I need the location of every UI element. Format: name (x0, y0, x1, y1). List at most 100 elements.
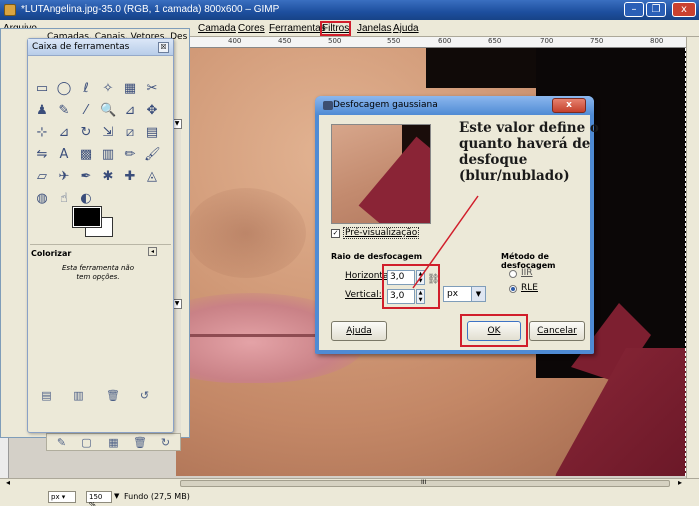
ruler-tick: 650 (488, 37, 502, 45)
scroll-left-icon[interactable]: ◂ (6, 478, 10, 487)
ruler-tick: 750 (590, 37, 604, 45)
ruler-tick: 800 (650, 37, 664, 45)
horizontal-scrollbar[interactable]: ◂ III ▸ (0, 478, 699, 488)
perspective-icon[interactable]: ▤ (144, 125, 160, 141)
ink-icon[interactable]: ✒ (78, 169, 94, 185)
scale-icon[interactable]: ⇲ (100, 125, 116, 141)
annotation-text: Este valor define o quanto haverá de des… (459, 120, 599, 184)
preview-collar (358, 136, 430, 223)
zoom-icon[interactable]: 🔍 (100, 103, 116, 119)
close-button[interactable]: x (672, 2, 696, 17)
rect-select-icon[interactable]: ▭ (34, 81, 50, 97)
flip-icon[interactable]: ⇋ (34, 147, 50, 163)
radio-rle-label[interactable]: RLE (521, 283, 538, 293)
radio-iir[interactable] (509, 270, 517, 278)
radio-iir-label[interactable]: IIR (521, 268, 533, 278)
ruler-tick: 550 (387, 37, 401, 45)
new-icon[interactable]: ▢ (80, 436, 93, 449)
shear-icon[interactable]: ⧄ (122, 125, 138, 141)
paths-icon[interactable]: ✎ (56, 103, 72, 119)
menu-ajuda[interactable]: Ajuda (393, 23, 419, 34)
vertical-label: Vertical: (345, 290, 382, 300)
chevron-down-icon[interactable]: ▼ (471, 287, 485, 301)
maximize-button[interactable]: ❐ (646, 2, 666, 17)
foreground-select-icon[interactable]: ♟ (34, 103, 50, 119)
smudge-icon[interactable]: ☝ (56, 191, 72, 207)
dialog-app-icon (323, 101, 333, 110)
color-picker-icon[interactable]: ⁄ (78, 103, 94, 119)
reset-options-icon[interactable]: ↺ (138, 389, 151, 402)
scrollbar-grip: III (421, 479, 427, 486)
free-select-icon[interactable]: ℓ (78, 81, 94, 97)
foreground-color[interactable] (72, 206, 102, 228)
bucket-fill-icon[interactable]: ▩ (78, 147, 94, 163)
crop-icon[interactable]: ⊿ (56, 125, 72, 141)
ruler-tick: 450 (278, 37, 292, 45)
align-icon[interactable]: ⊹ (34, 125, 50, 141)
tool-options-menu-icon[interactable]: ◂ (148, 247, 157, 256)
text-icon[interactable]: A (56, 147, 72, 163)
toolbox-close-icon[interactable]: ☒ (158, 42, 169, 53)
clone-icon[interactable]: ✱ (100, 169, 116, 185)
blur-method-title: Método de desfocagem (501, 252, 556, 270)
ellipse-select-icon[interactable]: ◯ (56, 81, 72, 97)
minimize-button[interactable]: – (624, 2, 644, 17)
toolbox-title[interactable]: Caixa de ferramentas (28, 39, 173, 56)
dialog-close-button[interactable]: x (552, 98, 586, 113)
trash-icon[interactable]: 🗑 (133, 436, 147, 449)
title-bar: *LUTAngelina.jpg-35.0 (RGB, 1 camada) 80… (0, 0, 699, 20)
refresh-icon[interactable]: ↻ (159, 436, 172, 449)
tool-options-text: Esta ferramenta não tem opções. (62, 264, 134, 281)
delete-options-icon[interactable]: 🗑 (106, 389, 120, 402)
divider (30, 244, 171, 245)
move-icon[interactable]: ✥ (144, 103, 160, 119)
edit-icon[interactable]: ✎ (55, 436, 68, 449)
paintbrush-icon[interactable]: 🖌 (144, 147, 161, 163)
blur-preview[interactable] (331, 124, 431, 224)
scrollbar-thumb[interactable]: III (180, 479, 670, 487)
rotate-icon[interactable]: ↻ (78, 125, 94, 141)
scissors-icon[interactable]: ✂ (144, 81, 160, 97)
horizontal-ruler: 400 450 500 550 600 650 700 750 800 (176, 37, 686, 48)
pencil-icon[interactable]: ✏ (122, 147, 138, 163)
perspective-clone-icon[interactable]: ◬ (144, 169, 160, 185)
zoom-dropdown[interactable]: 150 % (86, 491, 112, 506)
menu-janelas[interactable]: Janelas (357, 23, 391, 34)
unit-dropdown[interactable]: px ▾ (48, 491, 76, 503)
window-title: *LUTAngelina.jpg-35.0 (RGB, 1 camada) 80… (21, 4, 280, 15)
gimp-app-icon (4, 4, 16, 16)
eraser-icon[interactable]: ▱ (34, 169, 50, 185)
blend-icon[interactable]: ▥ (100, 147, 116, 163)
dodge-icon[interactable]: ◐ (78, 191, 94, 207)
menu-filtros[interactable]: Filtros (319, 21, 352, 36)
menu-camada[interactable]: Camada (198, 23, 236, 34)
ruler-tick: 600 (438, 37, 452, 45)
right-dock-edge (686, 37, 699, 478)
preview-label[interactable]: Pré-visualização (343, 227, 420, 239)
menu-ferramentas[interactable]: Ferramentas (269, 23, 326, 34)
radio-rle[interactable] (509, 285, 517, 293)
status-bar: px ▾ 150 % ▼ Fundo (27,5 MB) (0, 488, 699, 506)
menu-cores[interactable]: Cores (238, 23, 265, 34)
blur-icon[interactable]: ◍ (34, 191, 50, 207)
duplicate-icon[interactable]: ▦ (107, 436, 120, 449)
help-button[interactable]: Ajuda (331, 321, 387, 341)
airbrush-icon[interactable]: ✈ (56, 169, 72, 185)
cancel-button[interactable]: Cancelar (529, 321, 585, 341)
color-select-icon[interactable]: ▦ (122, 81, 138, 97)
fuzzy-select-icon[interactable]: ✧ (100, 81, 116, 97)
zoom-arrow-icon[interactable]: ▼ (114, 492, 119, 500)
ruler-tick: 700 (540, 37, 554, 45)
scroll-right-icon[interactable]: ▸ (678, 478, 682, 487)
ok-button[interactable]: OK (467, 321, 521, 341)
measure-icon[interactable]: ⊿ (122, 103, 138, 119)
heal-icon[interactable]: ✚ (122, 169, 138, 185)
tool-options-title: Colorizar (31, 249, 72, 258)
preview-checkbox[interactable]: ✓ (331, 229, 340, 238)
radius-highlight-box (382, 264, 440, 309)
gaussian-blur-dialog: Desfocagem gaussiana x Este valor define… (315, 96, 599, 354)
restore-options-icon[interactable]: ▥ (72, 389, 85, 402)
blur-radius-title: Raio de desfocagem (331, 252, 423, 261)
ruler-tick: 500 (328, 37, 342, 45)
save-options-icon[interactable]: ▤ (40, 389, 53, 402)
